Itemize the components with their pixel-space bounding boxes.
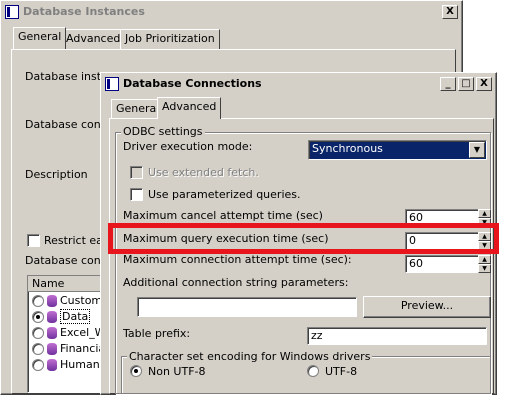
list-item-label: Excel_W bbox=[60, 326, 106, 339]
max-connection-input[interactable]: 60 bbox=[405, 255, 480, 273]
table-prefix-value: zz bbox=[311, 329, 323, 342]
radio-data[interactable] bbox=[32, 311, 44, 323]
database-icon bbox=[47, 311, 57, 323]
tab-advanced[interactable]: Advanced bbox=[61, 29, 126, 49]
odbc-settings-title: ODBC settings bbox=[121, 125, 205, 138]
max-connection-label: Maximum connection attempt time (sec): bbox=[123, 253, 352, 266]
restrict-checkbox[interactable] bbox=[27, 234, 40, 247]
utf8-label: UTF-8 bbox=[325, 365, 358, 378]
database-icon bbox=[47, 359, 57, 371]
maximize-button[interactable]: □ bbox=[458, 77, 474, 91]
chevron-down-icon[interactable]: ▼ bbox=[469, 142, 485, 158]
close-button[interactable]: X bbox=[476, 77, 492, 91]
window-title: Database Connections bbox=[123, 77, 262, 90]
max-connection-stepper-down[interactable]: ▼ bbox=[478, 264, 491, 273]
tab-advanced[interactable]: Advanced bbox=[157, 97, 222, 119]
use-extended-fetch-label: Use extended fetch. bbox=[148, 166, 259, 179]
minimize-button[interactable]: _ bbox=[440, 77, 456, 91]
connections-list[interactable]: Name Custome Data Excel_W Financia Human… bbox=[27, 275, 107, 393]
window-icon bbox=[5, 5, 19, 19]
max-connection-value: 60 bbox=[409, 257, 423, 270]
use-parameterized-label: Use parameterized queries. bbox=[148, 188, 301, 201]
radio-excel[interactable] bbox=[32, 327, 44, 339]
database-icon bbox=[47, 327, 57, 339]
additional-params-label: Additional connection string parameters: bbox=[123, 276, 349, 289]
window-icon bbox=[105, 77, 119, 91]
tab-job-prioritization[interactable]: Job Prioritization bbox=[120, 29, 220, 49]
list-item-label: Data bbox=[60, 309, 91, 324]
tab-general[interactable]: General bbox=[13, 27, 67, 49]
database-icon bbox=[47, 343, 57, 355]
use-extended-fetch-checkbox[interactable] bbox=[130, 166, 143, 179]
database-instances-titlebar[interactable]: Database Instances X bbox=[3, 3, 460, 21]
max-cancel-stepper-up[interactable]: ▲ bbox=[478, 209, 491, 218]
max-cancel-label: Maximum cancel attempt time (sec) bbox=[123, 209, 323, 222]
description-label: Description bbox=[25, 168, 88, 181]
driver-mode-dropdown[interactable]: Synchronous bbox=[308, 140, 487, 160]
additional-params-input[interactable] bbox=[137, 297, 357, 317]
non-utf8-label: Non UTF-8 bbox=[148, 365, 206, 378]
radio-financial[interactable] bbox=[32, 343, 44, 355]
table-prefix-input[interactable]: zz bbox=[307, 327, 487, 345]
list-item-label: Financia bbox=[60, 342, 106, 355]
charset-group-title: Character set encoding for Windows drive… bbox=[127, 350, 373, 363]
preview-button[interactable]: Preview... bbox=[363, 296, 491, 318]
table-prefix-label: Table prefix: bbox=[123, 327, 191, 340]
list-header[interactable]: Name bbox=[28, 276, 106, 292]
highlight-box bbox=[108, 223, 499, 254]
driver-mode-value: Synchronous bbox=[312, 142, 383, 155]
utf8-radio[interactable] bbox=[307, 365, 319, 377]
max-connection-stepper-up[interactable]: ▲ bbox=[478, 255, 491, 264]
use-parameterized-checkbox[interactable] bbox=[130, 188, 143, 201]
list-header-name: Name bbox=[32, 277, 65, 290]
database-connections-titlebar[interactable]: Database Connections _ □ X bbox=[103, 75, 494, 93]
radio-human[interactable] bbox=[32, 359, 44, 371]
window-title: Database Instances bbox=[23, 5, 145, 18]
database-icon bbox=[47, 295, 57, 307]
close-button[interactable]: X bbox=[442, 5, 458, 19]
radio-customer[interactable] bbox=[32, 295, 44, 307]
driver-mode-label: Driver execution mode: bbox=[123, 140, 253, 153]
non-utf8-radio[interactable] bbox=[130, 365, 142, 377]
